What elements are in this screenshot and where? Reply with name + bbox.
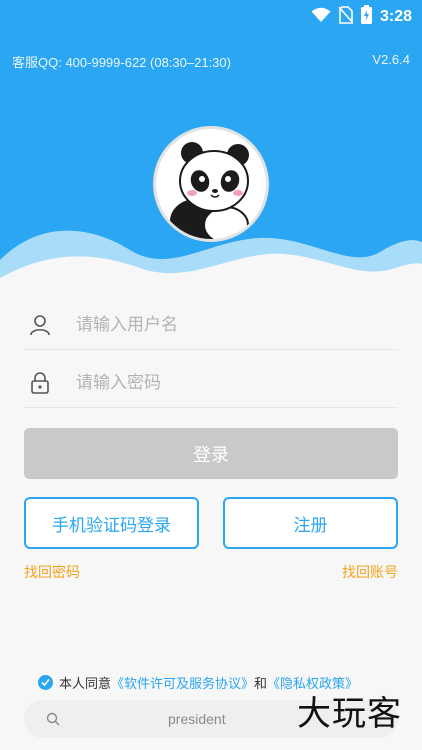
search-icon xyxy=(46,712,60,726)
forgot-password-link[interactable]: 找回密码 xyxy=(24,562,80,582)
find-account-link[interactable]: 找回账号 xyxy=(342,562,398,582)
user-icon xyxy=(26,311,54,339)
license-link[interactable]: 《软件许可及服务协议》 xyxy=(111,673,254,692)
lock-icon xyxy=(26,369,54,397)
support-contact: 客服QQ: 400-9999-622 (08:30–21:30) xyxy=(12,55,231,70)
login-button[interactable]: 登录 xyxy=(24,428,398,479)
status-bar: 3:28 xyxy=(0,0,422,30)
watermark: 大玩客 xyxy=(297,694,402,734)
agreement-prefix: 本人同意 xyxy=(59,677,112,692)
battery-charging-icon xyxy=(360,5,372,28)
panda-icon xyxy=(156,129,266,239)
password-input[interactable] xyxy=(76,372,398,393)
register-button[interactable]: 注册 xyxy=(223,497,398,549)
password-field[interactable] xyxy=(24,358,398,408)
app-version: V2.6.4 xyxy=(372,52,410,67)
username-field[interactable] xyxy=(24,300,398,350)
wifi-icon xyxy=(311,7,331,27)
agreement-and: 和 xyxy=(254,677,268,692)
search-text: president xyxy=(168,711,226,727)
clock: 3:28 xyxy=(379,7,412,25)
avatar[interactable] xyxy=(153,126,269,242)
sms-login-button[interactable]: 手机验证码登录 xyxy=(24,497,199,549)
no-sim-icon xyxy=(338,5,354,28)
username-input[interactable] xyxy=(76,314,398,335)
agree-checkbox[interactable] xyxy=(38,675,53,690)
check-icon xyxy=(41,678,50,687)
